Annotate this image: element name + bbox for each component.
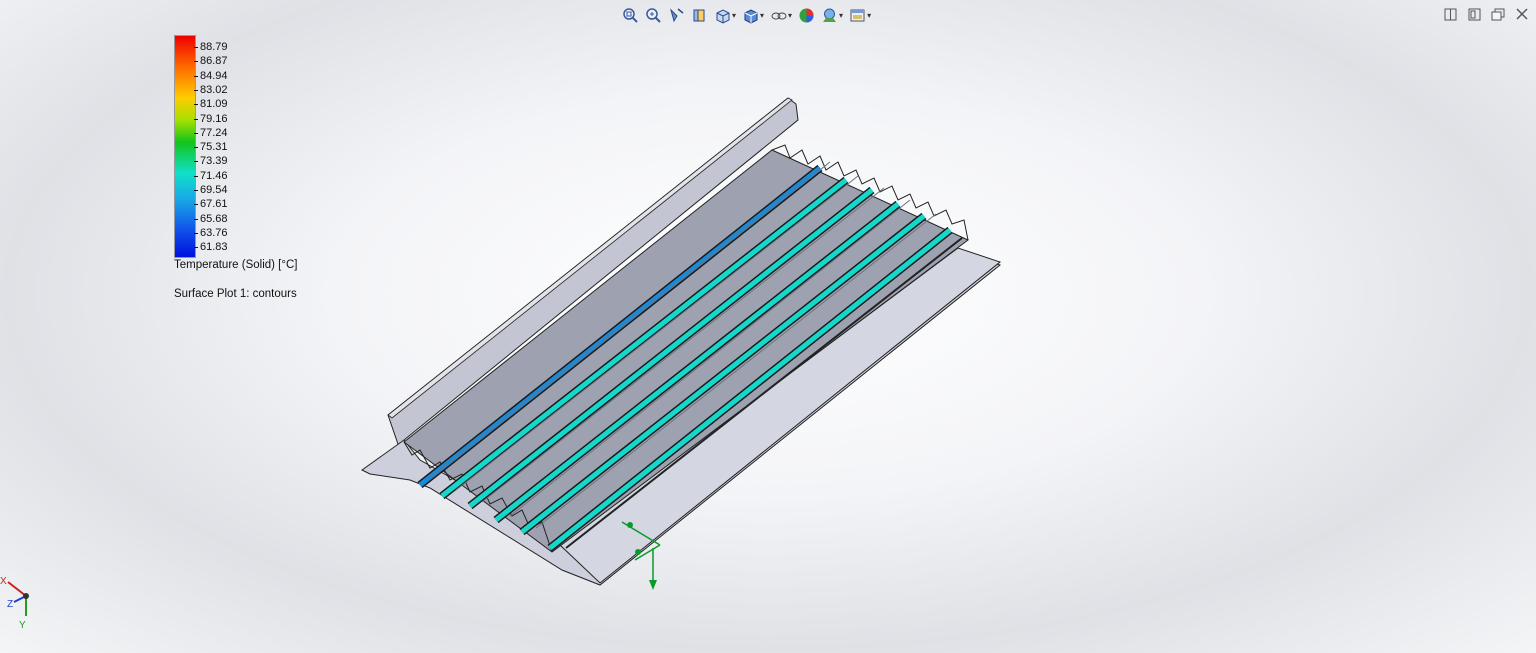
triad-z-label: Z [7,599,13,610]
graphics-viewport[interactable]: ▾ ▾ ▾ ▾ ▾ 88.79 86.87 84.94 83.02 81.09 … [0,0,1536,653]
reference-triad: X Z Y [0,576,29,631]
heat-sink-model[interactable] [0,0,1536,653]
triad-x-label: X [0,576,7,587]
triad-y-label: Y [19,620,26,631]
